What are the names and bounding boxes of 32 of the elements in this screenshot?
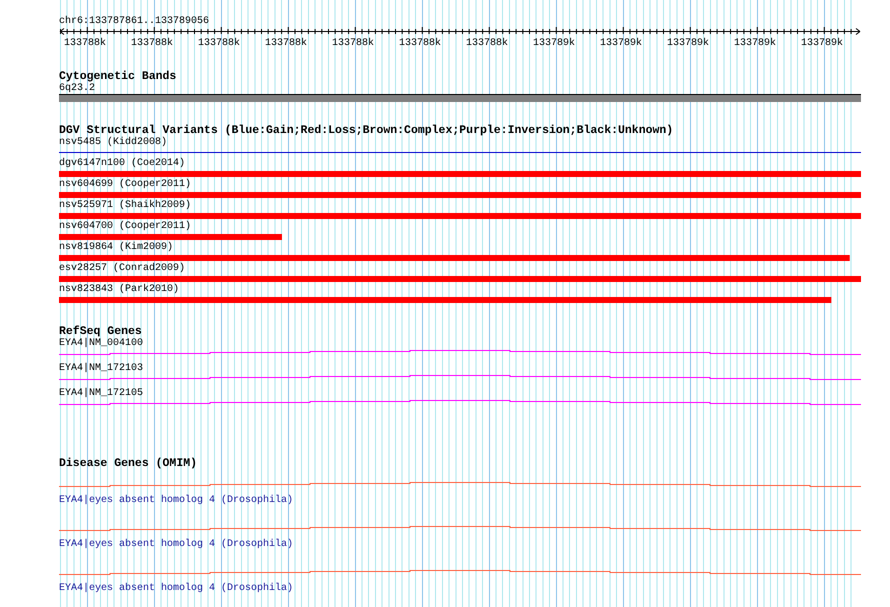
tick-label: 133788k — [64, 38, 106, 49]
gene-label: EYA4|NM_004100 — [59, 338, 144, 350]
tick-label: 133788k — [466, 38, 508, 49]
variant-label: nsv604699 (Cooper2011) — [59, 179, 192, 191]
disease-gene-label: EYA4|eyes absent homolog 4 (Drosophila) — [59, 583, 294, 595]
tick-label: 133788k — [131, 38, 174, 49]
variant-label: nsv823843 (Park2010) — [59, 284, 180, 296]
variant-label: nsv604700 (Cooper2011) — [59, 221, 192, 233]
gene-label: EYA4|NM_172103 — [59, 363, 144, 375]
tick-label: 133788k — [332, 38, 374, 49]
tick-label: 133788k — [198, 38, 240, 49]
track-title: Disease Genes (OMIM) — [59, 457, 198, 470]
track-title: RefSeq Genes — [59, 325, 142, 338]
variant-label: nsv5485 (Kidd2008) — [59, 137, 168, 149]
band-label: 6q23.2 — [59, 83, 96, 94]
gene-label: EYA4|NM_172105 — [59, 388, 144, 400]
track-title: DGV Structural Variants (Blue:Gain;Red:Loss;Brown:Complex;Purple:Inversion;Black:Unknown) — [59, 124, 674, 137]
disease-gene-label: EYA4|eyes absent homolog 4 (Drosophila) — [59, 539, 294, 551]
region-label: chr6:133787861..133789056 — [59, 16, 210, 28]
variant-label: nsv819864 (Kim2009) — [59, 242, 174, 254]
tick-label: 133788k — [399, 38, 442, 49]
track-title: Cytogenetic Bands — [59, 70, 176, 83]
variant-label: dgv6147n100 (Coe2014) — [59, 158, 186, 170]
tick-label: 133788k — [265, 38, 308, 49]
disease-gene-label: EYA4|eyes absent homolog 4 (Drosophila) — [59, 495, 294, 507]
tick-label: 133789k — [801, 38, 844, 49]
tick-label: 133789k — [533, 38, 576, 49]
tick-label: 133789k — [734, 38, 776, 49]
tick-label: 133789k — [600, 38, 642, 49]
variant-label: esv28257 (Conrad2009) — [59, 263, 186, 275]
variant-label: nsv525971 (Shaikh2009) — [59, 200, 192, 212]
tick-label: 133789k — [667, 38, 710, 49]
